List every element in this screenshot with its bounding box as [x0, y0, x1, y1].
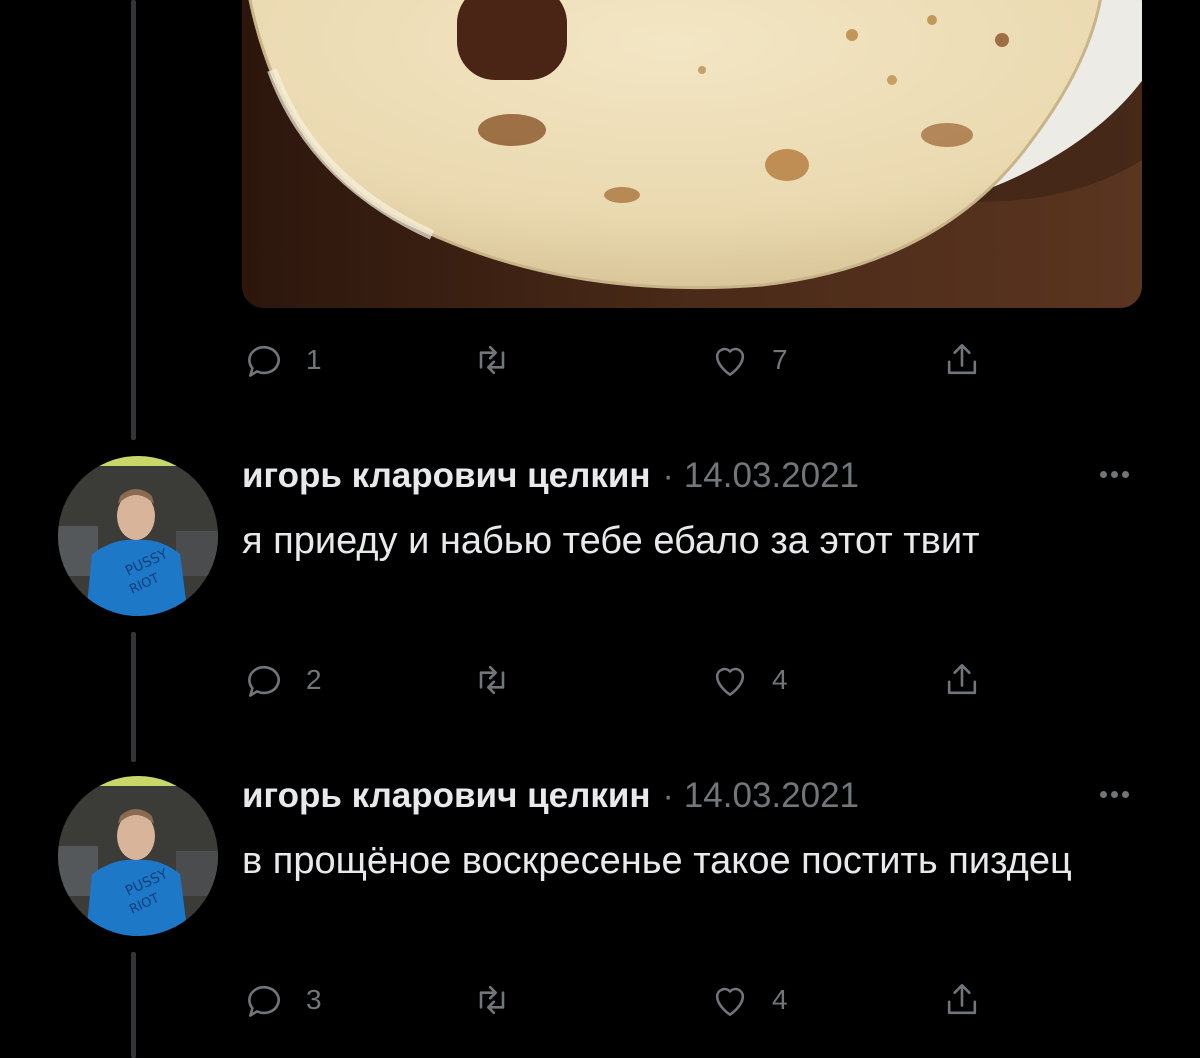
avatar[interactable]: PUSSY RIOT	[58, 456, 218, 616]
avatar[interactable]: PUSSY RIOT	[58, 776, 218, 936]
tweet-actions: 1 7	[242, 338, 1002, 382]
retweet-button[interactable]	[470, 338, 514, 382]
retweet-button[interactable]	[470, 978, 514, 1022]
like-button[interactable]: 4	[708, 658, 788, 702]
tweet-text: я приеду и набью тебе ебало за этот твит	[242, 520, 980, 562]
like-count: 7	[772, 344, 788, 375]
like-count: 4	[772, 664, 788, 695]
dot-icon	[1121, 790, 1129, 798]
heart-icon	[715, 347, 745, 376]
share-button[interactable]	[940, 658, 984, 702]
reply-tweet[interactable]: PUSSY RIOT игорь кларович целкин · 14.03…	[0, 776, 1200, 1036]
tweet-date[interactable]: 14.03.2021	[684, 456, 859, 496]
author-name[interactable]: игорь кларович целкин	[242, 776, 651, 816]
tweet-actions: 2 4	[242, 658, 1002, 702]
dot-icon	[1110, 470, 1118, 478]
share-icon	[947, 344, 977, 375]
dot-icon	[1099, 470, 1107, 478]
reply-icon	[248, 985, 280, 1017]
thread-line	[131, 0, 136, 440]
share-icon	[947, 984, 977, 1015]
like-button[interactable]: 4	[708, 978, 788, 1022]
share-button[interactable]	[940, 338, 984, 382]
retweet-icon	[479, 345, 505, 375]
retweet-button[interactable]	[470, 658, 514, 702]
like-count: 4	[772, 984, 788, 1015]
tweet-header: игорь кларович целкин · 14.03.2021	[242, 456, 859, 500]
heart-icon	[715, 987, 745, 1016]
avatar-image: PUSSY RIOT	[58, 456, 218, 616]
author-name[interactable]: игорь кларович целкин	[242, 456, 651, 496]
tweet-media-image[interactable]	[242, 0, 1142, 308]
tweet-text: в прощёное воскресенье такое постить пиз…	[242, 840, 1072, 882]
more-options-button[interactable]	[1092, 782, 1136, 806]
more-options-button[interactable]	[1092, 462, 1136, 486]
tweet-actions: 3 4	[242, 978, 1002, 1022]
tweet-header: игорь кларович целкин · 14.03.2021	[242, 776, 859, 820]
retweet-icon	[479, 985, 505, 1015]
reply-icon	[248, 345, 280, 377]
reply-count: 3	[306, 984, 322, 1015]
reply-button[interactable]: 2	[242, 658, 322, 702]
like-button[interactable]: 7	[708, 338, 788, 382]
avatar-image: PUSSY RIOT	[58, 776, 218, 936]
dot-icon	[1099, 790, 1107, 798]
reply-icon	[248, 665, 280, 697]
dot-icon	[1110, 790, 1118, 798]
separator-dot: ·	[662, 457, 674, 495]
heart-icon	[715, 667, 745, 696]
reply-count: 1	[306, 344, 322, 375]
retweet-icon	[479, 665, 505, 695]
reply-count: 2	[306, 664, 322, 695]
dot-icon	[1121, 470, 1129, 478]
reply-button[interactable]: 1	[242, 338, 322, 382]
separator-dot: ·	[662, 777, 674, 815]
share-icon	[947, 664, 977, 695]
share-button[interactable]	[940, 978, 984, 1022]
tweet-date[interactable]: 14.03.2021	[684, 776, 859, 816]
reply-tweet[interactable]: PUSSY RIOT игорь кларович целкин · 14.03…	[0, 456, 1200, 716]
crepe-photo	[242, 0, 1142, 308]
reply-button[interactable]: 3	[242, 978, 322, 1022]
